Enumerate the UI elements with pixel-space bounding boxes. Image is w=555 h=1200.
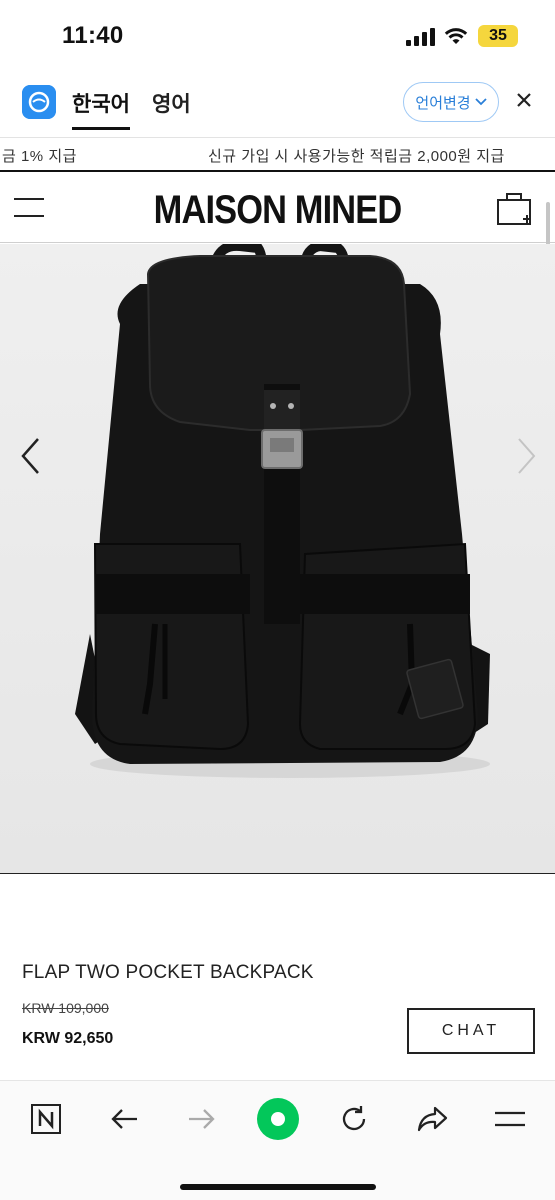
change-language-label: 언어변경 xyxy=(415,94,471,112)
translate-logo-icon xyxy=(22,85,56,119)
green-circle-icon[interactable] xyxy=(256,1097,300,1141)
back-arrow-icon[interactable] xyxy=(104,1099,144,1139)
reload-icon[interactable] xyxy=(334,1099,374,1139)
next-image-arrow-icon[interactable] xyxy=(513,436,539,476)
ticker-text-right: 신규 가입 시 사용가능한 적립금 2,000원 지급 xyxy=(208,148,505,165)
brand-logo[interactable]: MAISON MINED xyxy=(39,188,516,233)
naver-n-icon[interactable] xyxy=(26,1099,66,1139)
wifi-icon xyxy=(444,28,468,44)
menu-icon[interactable] xyxy=(490,1099,530,1139)
tab-english[interactable]: 영어 xyxy=(152,88,191,118)
signal-icon xyxy=(406,28,436,46)
close-icon[interactable] xyxy=(514,90,534,110)
backpack-image xyxy=(0,244,555,873)
cart-icon[interactable] xyxy=(496,192,534,226)
change-language-button[interactable]: 언어변경 xyxy=(403,82,499,122)
status-time: 11:40 xyxy=(62,22,124,49)
chevron-down-icon xyxy=(474,98,487,106)
product-name: FLAP TWO POCKET BACKPACK xyxy=(22,962,314,983)
forward-arrow-icon[interactable] xyxy=(182,1099,222,1139)
chat-button[interactable]: CHAT xyxy=(407,1008,535,1054)
previous-image-arrow-icon[interactable] xyxy=(18,436,44,476)
site-header: MAISON MINED xyxy=(0,172,555,243)
product-image[interactable] xyxy=(0,244,555,874)
original-price: KRW 109,000 xyxy=(22,1000,109,1016)
home-indicator xyxy=(180,1184,376,1190)
status-bar: 11:40 35 xyxy=(0,0,555,72)
battery-indicator: 35 xyxy=(478,25,518,47)
browser-toolbar xyxy=(0,1080,555,1200)
tab-korean[interactable]: 한국어 xyxy=(72,88,130,130)
ticker-text-left: 금 1% 지급 xyxy=(2,148,77,165)
translate-bar: 한국어 영어 언어변경 xyxy=(0,72,555,138)
share-icon[interactable] xyxy=(412,1099,452,1139)
sale-price: KRW 92,650 xyxy=(22,1030,114,1047)
promo-ticker: 금 1% 지급 신규 가입 시 사용가능한 적립금 2,000원 지급 xyxy=(0,138,555,172)
